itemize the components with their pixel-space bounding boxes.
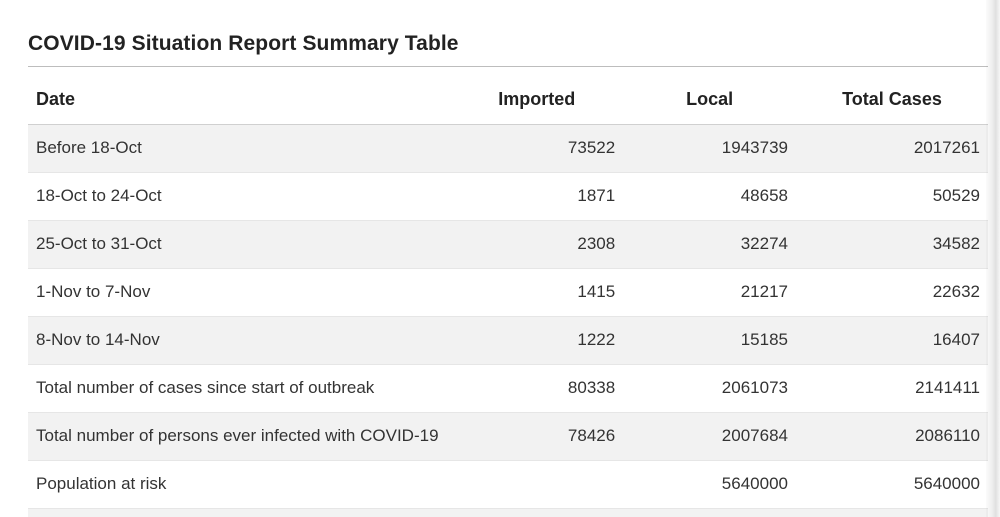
cell-local: 1943739 [623, 125, 796, 173]
cell-imported: 73522 [450, 125, 623, 173]
cell-total: 2017261 [796, 125, 988, 173]
cell-total: 5640000 [796, 460, 988, 508]
cell-local: 21217 [623, 268, 796, 316]
table-row: 25-Oct to 31-Oct 2308 32274 34582 [28, 220, 988, 268]
table-row: Population at risk 5640000 5640000 [28, 460, 988, 508]
cell-total: 2086110 [796, 412, 988, 460]
cell-imported: 1871 [450, 172, 623, 220]
cell-local: 15185 [623, 316, 796, 364]
cell-date: Population at risk [28, 460, 450, 508]
col-header-imported: Imported [450, 75, 623, 125]
cell-date: 8-Nov to 14-Nov [28, 316, 450, 364]
cell-imported [450, 508, 623, 517]
title-divider [28, 66, 988, 67]
col-header-date: Date [28, 75, 450, 125]
cell-total: 2141411 [796, 364, 988, 412]
table-row: 1-Nov to 7-Nov 1415 21217 22632 [28, 268, 988, 316]
table-row: Before 18-Oct 73522 1943739 2017261 [28, 125, 988, 173]
table-row: 8-Nov to 14-Nov 1222 15185 16407 [28, 316, 988, 364]
cell-imported [450, 460, 623, 508]
page-title: COVID-19 Situation Report Summary Table [28, 32, 988, 56]
table-row: Total number of cases since start of out… [28, 364, 988, 412]
cell-imported: 1415 [450, 268, 623, 316]
cell-total: 37% [796, 508, 988, 517]
cell-imported: 78426 [450, 412, 623, 460]
page: COVID-19 Situation Report Summary Table … [0, 0, 1000, 517]
cell-local: 5640000 [623, 460, 796, 508]
cell-date: 18-Oct to 24-Oct [28, 172, 450, 220]
cell-local: 2007684 [623, 412, 796, 460]
content-area: COVID-19 Situation Report Summary Table … [0, 0, 1000, 517]
table-header: Date Imported Local Total Cases [28, 75, 988, 125]
cell-date: Total number of persons ever infected wi… [28, 412, 450, 460]
table-row: Prevalence 35.6% 37% [28, 508, 988, 517]
table-row: 18-Oct to 24-Oct 1871 48658 50529 [28, 172, 988, 220]
summary-table: Date Imported Local Total Cases Before 1… [28, 75, 988, 517]
cell-local: 32274 [623, 220, 796, 268]
cell-total: 34582 [796, 220, 988, 268]
cell-imported: 80338 [450, 364, 623, 412]
col-header-total: Total Cases [796, 75, 988, 125]
cell-local: 2061073 [623, 364, 796, 412]
table-row: Total number of persons ever infected wi… [28, 412, 988, 460]
table-header-row: Date Imported Local Total Cases [28, 75, 988, 125]
col-header-local: Local [623, 75, 796, 125]
cell-total: 16407 [796, 316, 988, 364]
cell-total: 50529 [796, 172, 988, 220]
cell-date: Before 18-Oct [28, 125, 450, 173]
cell-local: 48658 [623, 172, 796, 220]
cell-date: Prevalence [28, 508, 450, 517]
cell-date: Total number of cases since start of out… [28, 364, 450, 412]
cell-date: 25-Oct to 31-Oct [28, 220, 450, 268]
cell-imported: 1222 [450, 316, 623, 364]
cell-date: 1-Nov to 7-Nov [28, 268, 450, 316]
table-body: Before 18-Oct 73522 1943739 2017261 18-O… [28, 125, 988, 517]
cell-imported: 2308 [450, 220, 623, 268]
cell-local: 35.6% [623, 508, 796, 517]
cell-total: 22632 [796, 268, 988, 316]
